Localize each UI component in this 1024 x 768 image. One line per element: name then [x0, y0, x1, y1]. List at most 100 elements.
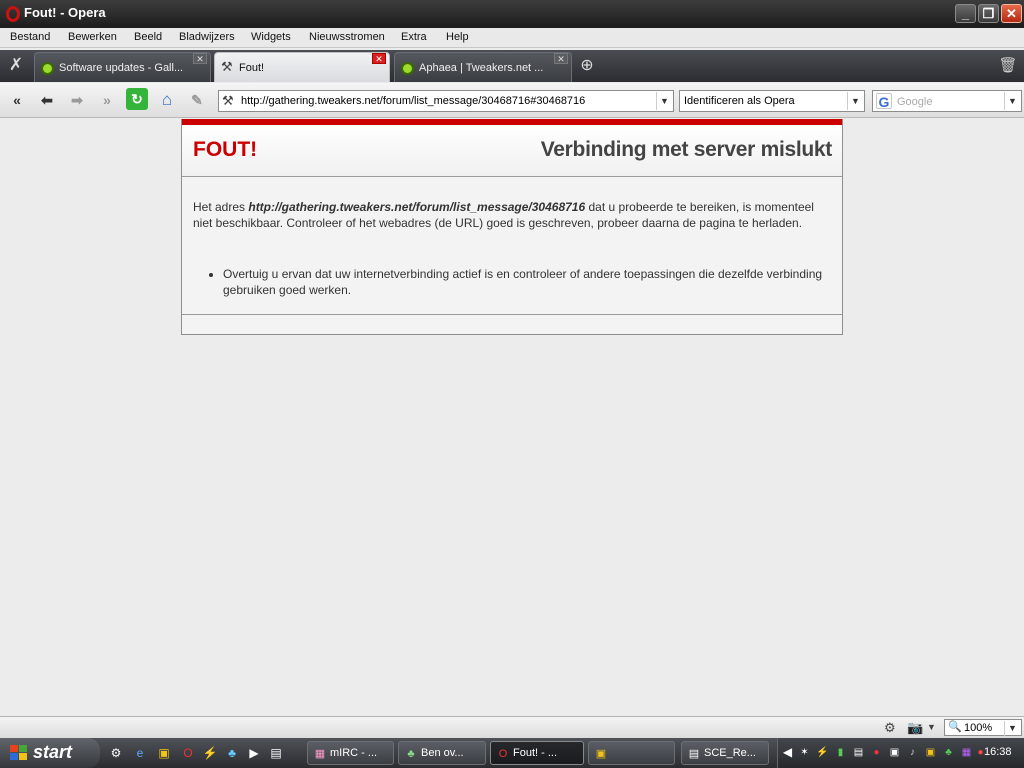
- lightning-icon[interactable]: ⚡: [816, 746, 829, 759]
- address-bar[interactable]: ⚒ ▼: [218, 90, 674, 112]
- system-tray: ◀ ✶ ⚡ ▮ ▤ ● ▣ ♪ ▣ ♣ ▦ ● 16:38: [777, 738, 1024, 768]
- taskbar-item-sce[interactable]: ▤ SCE_Re...: [681, 741, 769, 765]
- windows-logo-icon: [10, 745, 28, 761]
- forward-icon[interactable]: ➡: [66, 89, 88, 111]
- status-bar: ⚙ 📷 ▼ 🔍 100% ▼: [0, 716, 1024, 738]
- menu-bestand[interactable]: Bestand: [10, 31, 50, 43]
- folder-icon[interactable]: ▣: [156, 745, 172, 761]
- mirc-icon: ▦: [314, 748, 326, 760]
- tab-software-updates[interactable]: Software updates - Gall... ✕: [34, 52, 211, 82]
- error-label: FOUT!: [193, 138, 258, 161]
- new-tab-icon[interactable]: ⊕: [576, 56, 598, 76]
- chevron-down-icon[interactable]: ▼: [1004, 721, 1020, 736]
- reload-icon[interactable]: ↻: [126, 88, 148, 110]
- search-input[interactable]: [897, 94, 1001, 109]
- rewind-icon[interactable]: «: [6, 89, 28, 111]
- presentation-icon[interactable]: ⚙: [884, 720, 896, 736]
- error-footer-divider: [182, 314, 842, 315]
- wrench-icon: ⚒: [222, 93, 234, 108]
- identify-as-select[interactable]: Identificeren als Opera ▼: [679, 90, 865, 112]
- task-label: Fout! - ...: [513, 747, 558, 759]
- tab-close-icon[interactable]: ✕: [372, 53, 386, 64]
- opera-icon[interactable]: O: [180, 745, 196, 761]
- trash-icon[interactable]: 🗑: [998, 56, 1018, 76]
- close-button[interactable]: ✕: [1001, 4, 1022, 23]
- menu-bewerken[interactable]: Bewerken: [68, 31, 117, 43]
- tray-icon[interactable]: ▦: [960, 746, 973, 759]
- chevron-down-icon[interactable]: ▼: [847, 92, 863, 110]
- camera-icon[interactable]: 📷: [907, 720, 923, 736]
- folder-icon[interactable]: ▣: [924, 746, 937, 759]
- url-input[interactable]: [241, 93, 651, 109]
- navigation-toolbar: « ⬅ ➡ » ↻ ⌂ ✎ ⚒ ▼ Identificeren als Oper…: [0, 83, 1024, 118]
- chevron-down-icon[interactable]: ▼: [656, 92, 672, 110]
- folder-icon: ▣: [595, 748, 607, 760]
- magnifier-icon: 🔍: [948, 721, 962, 733]
- error-suggestions: Overtuig u ervan dat uw internetverbindi…: [193, 266, 833, 298]
- maximize-button[interactable]: ❐: [978, 4, 999, 23]
- tab-close-icon[interactable]: ✕: [193, 53, 207, 64]
- ie-icon[interactable]: e: [132, 745, 148, 761]
- tray-icon[interactable]: ▮: [834, 746, 847, 759]
- fast-forward-icon[interactable]: »: [96, 89, 118, 111]
- error-heading: Verbinding met server mislukt: [540, 138, 833, 161]
- menu-bar: Bestand Bewerken Beeld Bladwijzers Widge…: [0, 28, 1024, 48]
- zoom-select[interactable]: 🔍 100% ▼: [944, 719, 1022, 736]
- tray-icon[interactable]: ●: [870, 746, 883, 759]
- task-label: Ben ov...: [421, 747, 464, 759]
- search-box[interactable]: G ▼: [872, 90, 1022, 112]
- tab-fout[interactable]: ⚒ Fout! ✕: [214, 52, 390, 82]
- menu-help[interactable]: Help: [446, 31, 469, 43]
- messenger-icon[interactable]: ♣: [942, 746, 955, 759]
- start-button[interactable]: start: [0, 738, 100, 768]
- clock: 16:38: [984, 746, 1012, 758]
- tools-icon[interactable]: ✗: [4, 55, 28, 77]
- winamp-icon[interactable]: ⚡: [202, 745, 218, 761]
- zoom-value: 100%: [964, 722, 993, 734]
- speaker-icon[interactable]: ♪: [906, 746, 919, 759]
- menu-nieuwsstromen[interactable]: Nieuwsstromen: [309, 31, 385, 43]
- error-message: Het adres http://gathering.tweakers.net/…: [193, 199, 833, 231]
- taskbar-item-mirc[interactable]: ▦ mIRC - ...: [307, 741, 394, 765]
- chevron-down-icon[interactable]: ▼: [1004, 92, 1020, 110]
- menu-widgets[interactable]: Widgets: [251, 31, 291, 43]
- taskbar-item-chat[interactable]: ♣ Ben ov...: [398, 741, 486, 765]
- taskbar-item-folder[interactable]: ▣: [588, 741, 675, 765]
- messenger-icon[interactable]: ♣: [224, 745, 240, 761]
- tray-icon[interactable]: ✶: [798, 746, 811, 759]
- error-text-before: Het adres: [193, 200, 249, 214]
- minimize-button[interactable]: _: [955, 4, 976, 23]
- opera-icon[interactable]: [6, 6, 20, 22]
- start-label: start: [33, 742, 73, 762]
- google-icon[interactable]: G: [876, 93, 892, 110]
- network-icon[interactable]: ▤: [852, 746, 865, 759]
- tweakers-icon: [41, 62, 54, 75]
- back-icon[interactable]: ⬅: [36, 89, 58, 111]
- menu-beeld[interactable]: Beeld: [134, 31, 162, 43]
- tray-icon[interactable]: ▣: [888, 746, 901, 759]
- tweakers-icon: [401, 62, 414, 75]
- tab-close-icon[interactable]: ✕: [554, 53, 568, 64]
- menu-extra[interactable]: Extra: [401, 31, 427, 43]
- terminal-icon: ▤: [688, 748, 700, 760]
- error-address: http://gathering.tweakers.net/forum/list…: [248, 200, 586, 214]
- task-label: mIRC - ...: [330, 747, 378, 759]
- error-box: FOUT! Verbinding met server mislukt Het …: [181, 119, 843, 335]
- terminal-icon[interactable]: ▤: [268, 745, 284, 761]
- tab-aphaea[interactable]: Aphaea | Tweakers.net ... ✕: [394, 52, 572, 82]
- title-bar: Fout! - Opera _ ❐ ✕: [0, 0, 1024, 28]
- chevron-down-icon[interactable]: ▼: [927, 722, 936, 732]
- edit-icon[interactable]: ✎: [186, 89, 208, 111]
- home-icon[interactable]: ⌂: [156, 89, 178, 111]
- tab-label: Software updates - Gall...: [59, 62, 184, 74]
- media-player-icon[interactable]: ▶: [246, 745, 262, 761]
- taskbar-item-opera[interactable]: O Fout! - ...: [490, 741, 584, 765]
- menu-bladwijzers[interactable]: Bladwijzers: [179, 31, 235, 43]
- identify-as-value: Identificeren als Opera: [684, 95, 795, 107]
- task-label: SCE_Re...: [704, 747, 756, 759]
- quicklaunch-icon[interactable]: ⚙: [108, 745, 124, 761]
- chevron-left-icon[interactable]: ◀: [781, 746, 794, 759]
- tab-label: Aphaea | Tweakers.net ...: [419, 62, 544, 74]
- wrench-icon: ⚒: [221, 59, 233, 74]
- error-suggestion-item: Overtuig u ervan dat uw internetverbindi…: [223, 266, 833, 298]
